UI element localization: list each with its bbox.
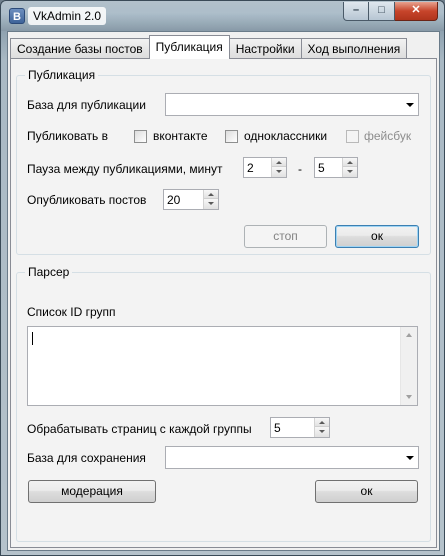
post-count-label: Опубликовать постов	[27, 193, 147, 207]
save-base-label: База для сохранения	[27, 451, 146, 465]
publish-base-label: База для публикации	[27, 98, 146, 112]
checkbox-vkontakte[interactable]	[134, 130, 147, 143]
pause-to-spin-buttons	[342, 158, 357, 177]
checkbox-vkontakte-label[interactable]: вконтакте	[153, 129, 208, 143]
spin-up-icon[interactable]	[204, 190, 218, 199]
parser-group: Парсер Список ID групп Обрабатывать стра…	[16, 265, 431, 542]
scroll-down-icon[interactable]	[406, 395, 412, 399]
group-ids-scrollbar[interactable]	[400, 327, 417, 405]
pause-dash: -	[298, 162, 302, 176]
caption-buttons: – □ ✕	[343, 2, 438, 21]
tab-settings[interactable]: Настройки	[228, 38, 302, 59]
pause-from-stepper[interactable]: 2	[243, 157, 287, 178]
spin-up-icon[interactable]	[343, 158, 357, 167]
maximize-button[interactable]: □	[369, 2, 395, 21]
window-title: VkAdmin 2.0	[28, 7, 107, 25]
publish-in-label: Публиковать в	[27, 129, 108, 143]
checkbox-odnoklassniki-label[interactable]: одноклассники	[244, 129, 327, 143]
app-window: B VkAdmin 2.0 – □ ✕ Создание базы постов…	[0, 0, 445, 556]
spin-down-icon[interactable]	[272, 167, 286, 177]
scroll-up-icon[interactable]	[406, 333, 412, 337]
pages-per-group-label: Обрабатывать страниц с каждой группы	[27, 422, 252, 436]
chevron-down-icon	[406, 456, 414, 460]
moderation-button[interactable]: модерация	[28, 480, 156, 503]
publish-ok-button[interactable]: ок	[335, 225, 419, 248]
group-ids-textarea[interactable]	[27, 326, 418, 406]
pause-to-stepper[interactable]: 5	[314, 157, 358, 178]
parser-ok-button[interactable]: ок	[315, 480, 418, 503]
text-caret	[32, 332, 33, 345]
pages-per-group-stepper[interactable]: 5	[270, 417, 330, 438]
client-area: Создание базы постов Публикация Настройк…	[7, 31, 440, 551]
stop-button: стоп	[244, 225, 327, 248]
pages-per-group-value[interactable]: 5	[274, 421, 281, 435]
tab-publication[interactable]: Публикация	[148, 35, 230, 59]
group-ids-label: Список ID групп	[27, 305, 116, 319]
app-icon[interactable]: B	[9, 8, 25, 24]
tab-strip: Создание базы постов Публикация Настройк…	[10, 35, 408, 59]
publish-base-select[interactable]	[165, 93, 419, 116]
checkbox-facebook-label: фейсбук	[364, 129, 412, 143]
spin-up-icon[interactable]	[315, 418, 329, 427]
post-count-stepper[interactable]: 20	[163, 189, 219, 210]
pause-to-value[interactable]: 5	[318, 161, 325, 175]
publication-group-title: Публикация	[25, 68, 99, 82]
publication-tab-panel: Публикация База для публикации Публикова…	[10, 58, 437, 548]
post-count-spin-buttons	[203, 190, 218, 209]
minimize-button[interactable]: –	[343, 2, 369, 21]
spin-down-icon[interactable]	[204, 199, 218, 209]
parser-group-title: Парсер	[25, 265, 73, 279]
pause-label: Пауза между публикациями, минут	[27, 162, 223, 176]
tab-create-post-base[interactable]: Создание базы постов	[10, 38, 150, 59]
pause-from-value[interactable]: 2	[247, 161, 254, 175]
close-button[interactable]: ✕	[395, 2, 438, 21]
checkbox-facebook	[346, 130, 359, 143]
spin-down-icon[interactable]	[315, 427, 329, 437]
save-base-select[interactable]	[165, 446, 419, 469]
checkbox-odnoklassniki[interactable]	[225, 130, 238, 143]
post-count-value[interactable]: 20	[167, 193, 180, 207]
chevron-down-icon	[406, 103, 414, 107]
spin-up-icon[interactable]	[272, 158, 286, 167]
spin-down-icon[interactable]	[343, 167, 357, 177]
publication-group: Публикация База для публикации Публикова…	[16, 68, 431, 255]
pause-from-spin-buttons	[271, 158, 286, 177]
title-bar[interactable]: B VkAdmin 2.0 – □ ✕	[1, 1, 444, 31]
tab-progress[interactable]: Ход выполнения	[300, 38, 408, 59]
pages-per-group-spin-buttons	[314, 418, 329, 437]
